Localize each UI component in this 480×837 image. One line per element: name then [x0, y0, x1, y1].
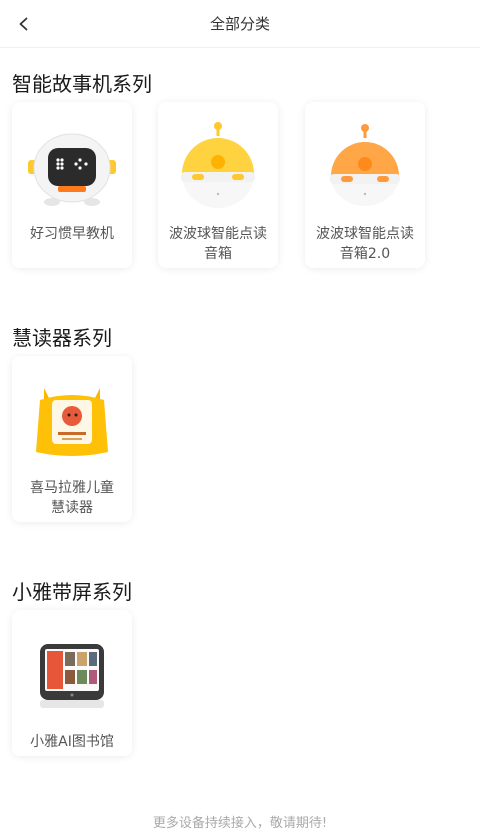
device-name: 波波球智能点读音箱2.0 [316, 226, 414, 262]
device-card-ai-library[interactable]: 小雅AI图书馆 [12, 610, 132, 756]
page-title: 全部分类 [209, 15, 270, 33]
footer-note: 更多设备持续接入，敬请期待! [152, 816, 328, 831]
device-card-bobo-ball-2[interactable]: 波波球智能点读音箱2.0 [305, 102, 425, 268]
device-card-habit-machine[interactable]: 好习惯早教机 [12, 102, 132, 268]
top-bar: 全部分类 [0, 0, 480, 48]
robot-device-icon [22, 116, 122, 216]
section-title-reader: 慧读器系列 [12, 326, 112, 350]
section-title-screen: 小雅带屏系列 [12, 580, 132, 604]
cat-reader-icon [22, 370, 122, 470]
orange-ball-speaker-icon [315, 116, 415, 216]
device-card-kids-reader[interactable]: 喜马拉雅儿童慧读器 [12, 356, 132, 522]
yellow-ball-speaker-icon [168, 116, 268, 216]
section-title-story-machine: 智能故事机系列 [12, 72, 152, 96]
device-name: 好习惯早教机 [30, 226, 114, 242]
device-card-bobo-ball[interactable]: 波波球智能点读音箱 [158, 102, 278, 268]
device-name: 波波球智能点读音箱 [169, 226, 267, 262]
device-name: 喜马拉雅儿童慧读器 [30, 480, 114, 516]
screen-device-icon [22, 624, 122, 724]
device-name: 小雅AI图书馆 [30, 734, 114, 750]
